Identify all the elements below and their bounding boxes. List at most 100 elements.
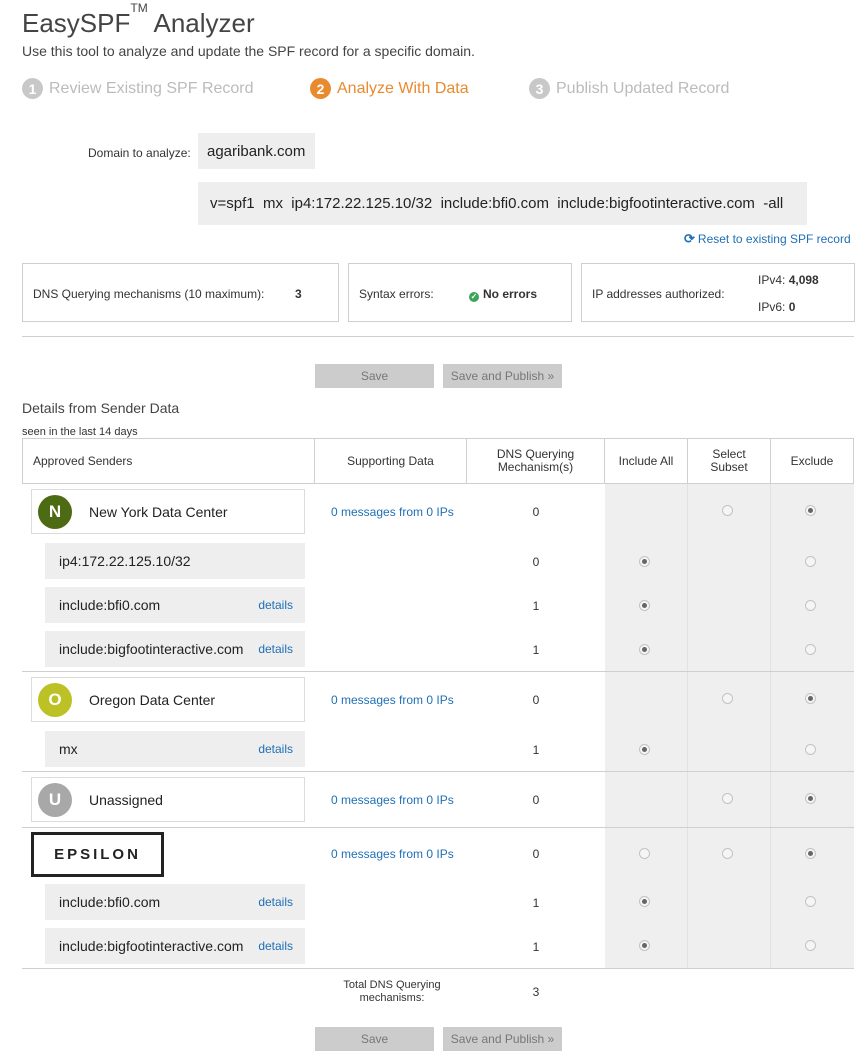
mechanism-count: 0 xyxy=(532,847,540,861)
mechanism-name: include:bigfootinteractive.com xyxy=(59,641,244,657)
mechanism-count: 0 xyxy=(532,505,540,519)
sender-new-york: N New York Data Center xyxy=(31,489,305,534)
details-link[interactable]: details xyxy=(258,642,293,656)
include-all-radio[interactable] xyxy=(639,556,650,567)
header-dns-mechanisms: DNS Querying Mechanism(s) xyxy=(496,447,575,474)
section-title: Details from Sender Data xyxy=(22,400,180,416)
messages-link[interactable]: 0 messages from 0 IPs xyxy=(331,793,454,807)
step-label: Publish Updated Record xyxy=(556,79,730,97)
sender-oregon: O Oregon Data Center xyxy=(31,677,305,722)
refresh-icon: ⟳ xyxy=(684,231,695,246)
include-all-radio[interactable] xyxy=(639,848,650,859)
exclude-radio[interactable] xyxy=(805,793,816,804)
select-subset-radio[interactable] xyxy=(722,505,733,516)
column-divider xyxy=(687,484,688,968)
step-publish-updated[interactable]: 3 Publish Updated Record xyxy=(529,78,729,99)
sender-name: Oregon Data Center xyxy=(89,691,216,708)
mechanism-count: 1 xyxy=(532,643,540,657)
save-and-publish-button[interactable]: Save and Publish » xyxy=(443,364,562,388)
step-review-existing[interactable]: 1 Review Existing SPF Record xyxy=(22,78,254,99)
exclude-radio[interactable] xyxy=(805,600,816,611)
seen-period: seen in the last 14 days xyxy=(22,426,138,438)
select-subset-radio[interactable] xyxy=(722,693,733,704)
dns-mechanisms-value: 3 xyxy=(295,287,302,301)
spf-record-field[interactable]: v=spf1 mx ip4:172.22.125.10/32 include:b… xyxy=(198,182,807,225)
exclude-radio[interactable] xyxy=(805,744,816,755)
reset-spf-link[interactable]: ⟳ Reset to existing SPF record xyxy=(684,231,851,247)
reset-link-label: Reset to existing SPF record xyxy=(697,232,851,246)
total-mechanisms-value: 3 xyxy=(532,985,540,999)
ip-authorized-stat: IP addresses authorized: IPv4: 4,098 IPv… xyxy=(581,263,855,322)
step-number: 1 xyxy=(22,78,43,99)
step-number: 3 xyxy=(529,78,550,99)
header-select-subset: Select Subset xyxy=(710,447,748,474)
exclude-radio[interactable] xyxy=(805,556,816,567)
mechanism-row: include:bigfootinteractive.com details xyxy=(45,928,305,964)
ip-authorized-label: IP addresses authorized: xyxy=(592,287,725,301)
table-border-right xyxy=(853,438,854,484)
group-divider xyxy=(22,771,854,772)
avatar: U xyxy=(38,782,72,817)
domain-label: Domain to analyze: xyxy=(88,146,191,160)
header-supporting-data: Supporting Data xyxy=(347,453,434,468)
select-subset-radio[interactable] xyxy=(722,848,733,859)
exclude-radio[interactable] xyxy=(805,505,816,516)
step-label: Analyze With Data xyxy=(337,79,469,97)
mechanism-count: 1 xyxy=(532,896,540,910)
details-link[interactable]: details xyxy=(258,742,293,756)
group-divider xyxy=(22,671,854,672)
exclude-radio[interactable] xyxy=(805,693,816,704)
include-all-radio[interactable] xyxy=(639,744,650,755)
dns-mechanisms-stat: DNS Querying mechanisms (10 maximum): 3 xyxy=(22,263,339,322)
header-include-all: Include All xyxy=(618,453,674,468)
mechanism-row: ip4:172.22.125.10/32 xyxy=(45,543,305,579)
table-header-border xyxy=(22,483,854,484)
exclude-radio[interactable] xyxy=(805,896,816,907)
save-button-bottom[interactable]: Save xyxy=(315,1027,434,1051)
mechanism-count: 1 xyxy=(532,743,540,757)
divider xyxy=(22,336,854,337)
page-title: EasySPFTM Analyzer xyxy=(22,1,255,38)
mechanism-name: ip4:172.22.125.10/32 xyxy=(59,553,191,569)
save-and-publish-button-bottom[interactable]: Save and Publish » xyxy=(443,1027,562,1051)
mechanism-row: mx details xyxy=(45,731,305,767)
syntax-errors-stat: Syntax errors: ✓ No errors xyxy=(348,263,572,322)
details-link[interactable]: details xyxy=(258,939,293,953)
mechanism-row: include:bfi0.com details xyxy=(45,884,305,920)
include-all-radio[interactable] xyxy=(639,940,650,951)
table-border-bottom xyxy=(22,968,854,969)
mechanism-name: include:bigfootinteractive.com xyxy=(59,938,244,954)
domain-field[interactable]: agaribank.com xyxy=(198,133,315,169)
mechanism-count: 0 xyxy=(532,793,540,807)
page-subtitle: Use this tool to analyze and update the … xyxy=(22,43,475,59)
dns-mechanisms-label: DNS Querying mechanisms (10 maximum): xyxy=(33,287,265,301)
details-link[interactable]: details xyxy=(258,895,293,909)
include-all-radio[interactable] xyxy=(639,600,650,611)
messages-link[interactable]: 0 messages from 0 IPs xyxy=(331,847,454,861)
messages-link[interactable]: 0 messages from 0 IPs xyxy=(331,693,454,707)
check-icon: ✓ xyxy=(469,292,479,302)
epsilon-logo: EPSILON xyxy=(31,832,164,877)
messages-link[interactable]: 0 messages from 0 IPs xyxy=(331,505,454,519)
mechanism-count: 0 xyxy=(532,555,540,569)
sender-name: New York Data Center xyxy=(89,503,228,520)
details-link[interactable]: details xyxy=(258,598,293,612)
select-subset-radio[interactable] xyxy=(722,793,733,804)
exclude-radio[interactable] xyxy=(805,848,816,859)
mechanism-count: 1 xyxy=(532,940,540,954)
mechanism-count: 0 xyxy=(532,693,540,707)
group-divider xyxy=(22,827,854,828)
save-button[interactable]: Save xyxy=(315,364,434,388)
mechanism-name: include:bfi0.com xyxy=(59,894,161,910)
ipv4-count: IPv4: 4,098 xyxy=(758,273,819,287)
ipv6-count: IPv6: 0 xyxy=(758,300,796,314)
sender-name: Unassigned xyxy=(89,791,163,808)
step-number: 2 xyxy=(310,78,331,99)
include-all-radio[interactable] xyxy=(639,644,650,655)
syntax-errors-label: Syntax errors: xyxy=(359,287,434,301)
column-divider xyxy=(770,484,771,968)
include-all-radio[interactable] xyxy=(639,896,650,907)
exclude-radio[interactable] xyxy=(805,940,816,951)
exclude-radio[interactable] xyxy=(805,644,816,655)
step-analyze-with-data[interactable]: 2 Analyze With Data xyxy=(310,78,469,99)
